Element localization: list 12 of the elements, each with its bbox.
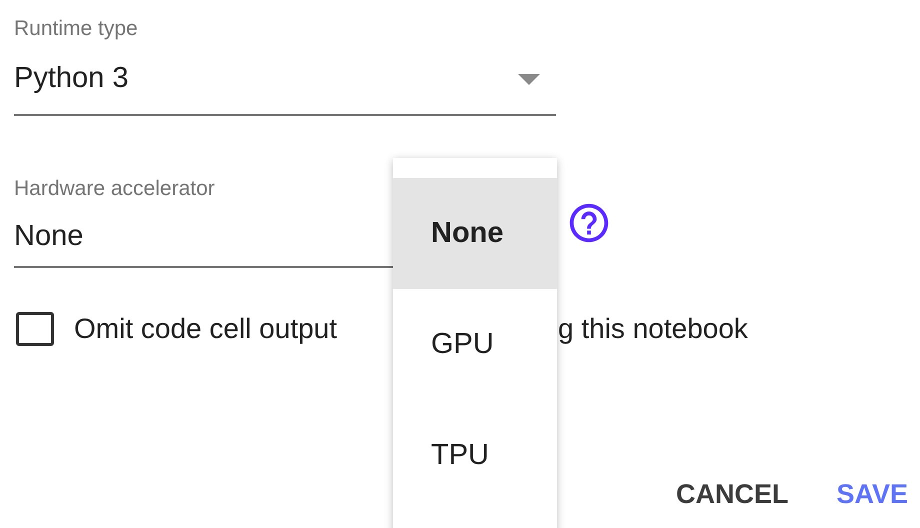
dialog-button[interactable]: CANCEL — [670, 472, 794, 516]
menu-item[interactable]: GPU — [393, 289, 557, 400]
field-label: Hardware accelerator — [14, 176, 215, 202]
runtime-select[interactable]: Python 3 — [14, 52, 556, 116]
dialog-button[interactable]: SAVE — [830, 472, 914, 516]
menu-item[interactable]: TPU — [393, 400, 557, 511]
field-label: Runtime type — [14, 16, 138, 42]
checkbox-label: g this notebook — [558, 312, 748, 346]
menu-item[interactable]: None — [393, 178, 557, 289]
checkbox[interactable] — [16, 312, 54, 346]
caret-icon — [518, 74, 540, 84]
checkbox-label: Omit code cell output — [74, 312, 338, 346]
